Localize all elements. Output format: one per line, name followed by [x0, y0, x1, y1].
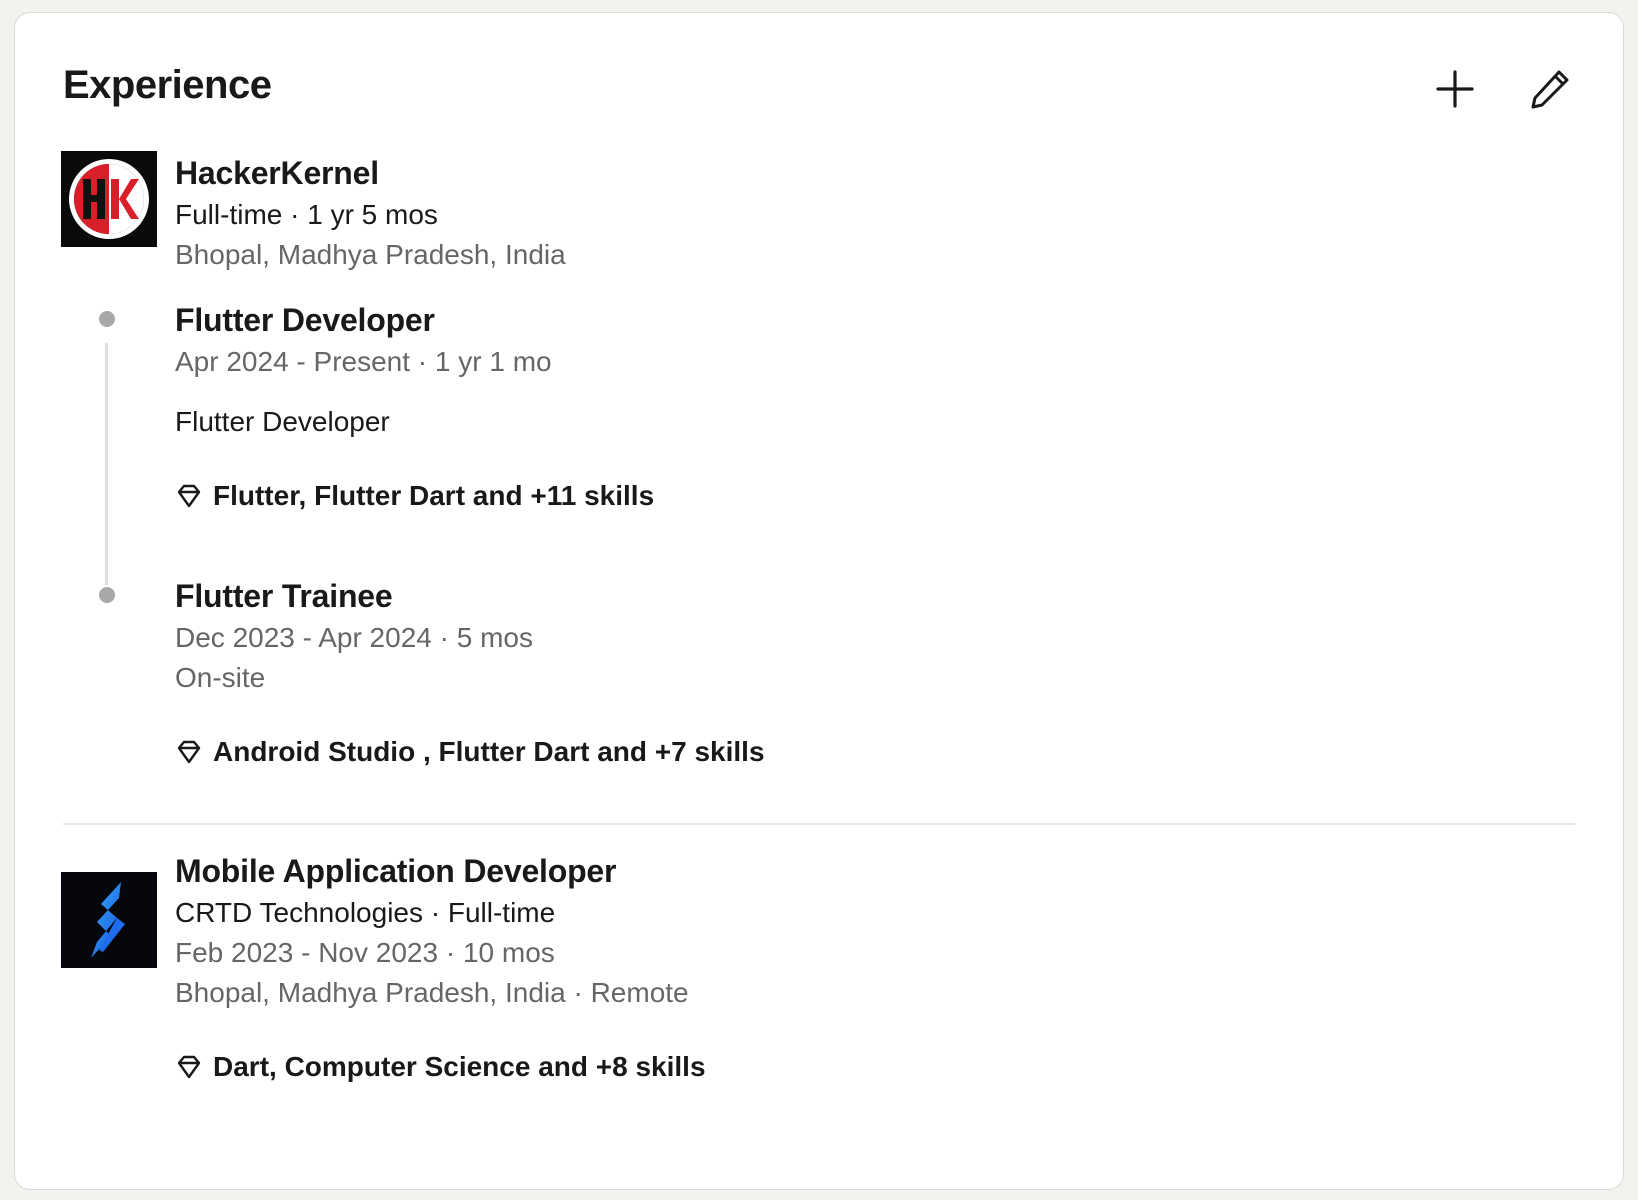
company-entry-hackerkernel: HackerKernel Full-time · 1 yr 5 mos Bhop…: [175, 153, 566, 275]
role-title[interactable]: Flutter Developer: [175, 300, 654, 340]
diamond-icon: [177, 484, 201, 508]
role-dates: Feb 2023 - Nov 2023 · 10 mos: [175, 937, 555, 968]
role-description: Flutter Developer: [175, 406, 390, 437]
role-dates: Apr 2024 - Present · 1 yr 1 mo: [175, 346, 552, 377]
role-title[interactable]: Mobile Application Developer: [175, 851, 706, 891]
plus-icon: [1436, 70, 1474, 108]
experience-card: Experience HackerKernel Full-time · 1 yr…: [14, 12, 1624, 1190]
section-title: Experience: [63, 63, 272, 107]
company-entry-crtd: Mobile Application Developer CRTD Techno…: [175, 851, 706, 1087]
timeline-dot: [99, 311, 115, 327]
entry-divider: [63, 823, 1575, 825]
hackerkernel-logo[interactable]: [61, 151, 157, 247]
diamond-icon: [177, 740, 201, 764]
employment-summary: Full-time · 1 yr 5 mos: [175, 199, 438, 230]
timeline-line: [105, 343, 108, 585]
hk-logo-graphic: [61, 151, 157, 247]
role-entry: Flutter Developer Apr 2024 - Present · 1…: [175, 300, 654, 516]
role-skills-link[interactable]: Android Studio , Flutter Dart and +7 ski…: [175, 732, 765, 772]
pencil-icon: [1531, 70, 1569, 109]
role-title[interactable]: Flutter Trainee: [175, 576, 765, 616]
company-location: Bhopal, Madhya Pradesh, India · Remote: [175, 977, 689, 1008]
timeline-dot: [99, 587, 115, 603]
role-skills-link[interactable]: Flutter, Flutter Dart and +11 skills: [175, 476, 654, 516]
role-workplace: On-site: [175, 662, 266, 693]
crtd-logo-graphic: [61, 872, 157, 968]
skills-text: Dart, Computer Science and +8 skills: [213, 1051, 706, 1082]
add-experience-button[interactable]: [1425, 59, 1485, 119]
edit-experience-button[interactable]: [1520, 59, 1580, 119]
skills-text: Flutter, Flutter Dart and +11 skills: [213, 480, 655, 511]
crtd-logo[interactable]: [61, 872, 157, 968]
role-skills-link[interactable]: Dart, Computer Science and +8 skills: [175, 1047, 706, 1087]
diamond-icon: [177, 1055, 201, 1079]
company-line: CRTD Technologies · Full-time: [175, 897, 556, 928]
company-name[interactable]: HackerKernel: [175, 153, 566, 193]
role-entry: Flutter Trainee Dec 2023 - Apr 2024 · 5 …: [175, 576, 765, 772]
company-location: Bhopal, Madhya Pradesh, India: [175, 239, 566, 270]
skills-text: Android Studio , Flutter Dart and +7 ski…: [213, 736, 765, 767]
role-dates: Dec 2023 - Apr 2024 · 5 mos: [175, 622, 533, 653]
